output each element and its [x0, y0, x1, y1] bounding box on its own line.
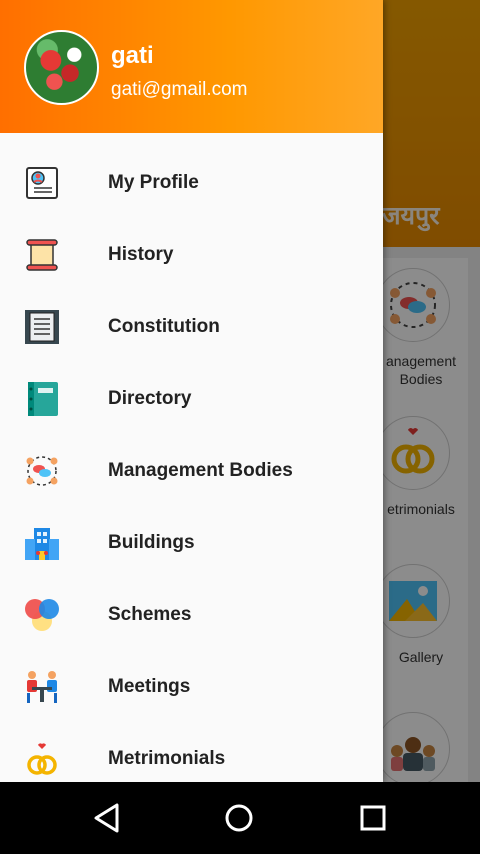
menu-item-label: Management Bodies	[108, 460, 293, 481]
home-icon	[225, 804, 253, 832]
scroll-icon	[24, 237, 60, 273]
menu-item-label: Constitution	[108, 316, 220, 337]
book-icon	[24, 381, 60, 417]
menu-item-directory[interactable]: Directory	[0, 363, 383, 435]
people-chat-icon	[24, 453, 60, 489]
user-name: gati	[111, 42, 154, 69]
menu-item-label: Directory	[108, 388, 192, 409]
document-icon	[24, 309, 60, 345]
recents-icon	[360, 805, 386, 831]
menu-item-meetings[interactable]: Meetings	[0, 651, 383, 723]
back-icon	[94, 803, 119, 833]
menu-item-label: Meetings	[108, 676, 191, 697]
menu-item-label: My Profile	[108, 172, 199, 193]
menu-item-label: Buildings	[108, 532, 195, 553]
menu-item-my-profile[interactable]: My Profile	[0, 147, 383, 219]
navigation-drawer: gati gati@gmail.com My Profile History C…	[0, 0, 383, 782]
menu-item-history[interactable]: History	[0, 219, 383, 291]
user-email: gati@gmail.com	[111, 79, 248, 100]
menu-item-label: Metrimonials	[108, 748, 226, 769]
back-button[interactable]	[89, 800, 125, 836]
circles-icon	[24, 597, 60, 633]
recents-button[interactable]	[355, 800, 391, 836]
profile-icon	[24, 165, 60, 201]
menu-item-schemes[interactable]: Schemes	[0, 579, 383, 651]
drawer-header: gati gati@gmail.com	[0, 0, 383, 133]
rings-icon	[24, 741, 60, 777]
menu-item-label: Schemes	[108, 604, 192, 625]
home-button[interactable]	[221, 800, 257, 836]
system-navigation-bar	[0, 782, 480, 854]
meeting-icon	[24, 669, 60, 705]
buildings-icon	[24, 525, 60, 561]
drawer-menu: My Profile History Constitution Director…	[0, 147, 383, 795]
menu-item-constitution[interactable]: Constitution	[0, 291, 383, 363]
avatar[interactable]	[24, 30, 99, 105]
menu-item-management-bodies[interactable]: Management Bodies	[0, 435, 383, 507]
menu-item-buildings[interactable]: Buildings	[0, 507, 383, 579]
menu-item-label: History	[108, 244, 174, 265]
